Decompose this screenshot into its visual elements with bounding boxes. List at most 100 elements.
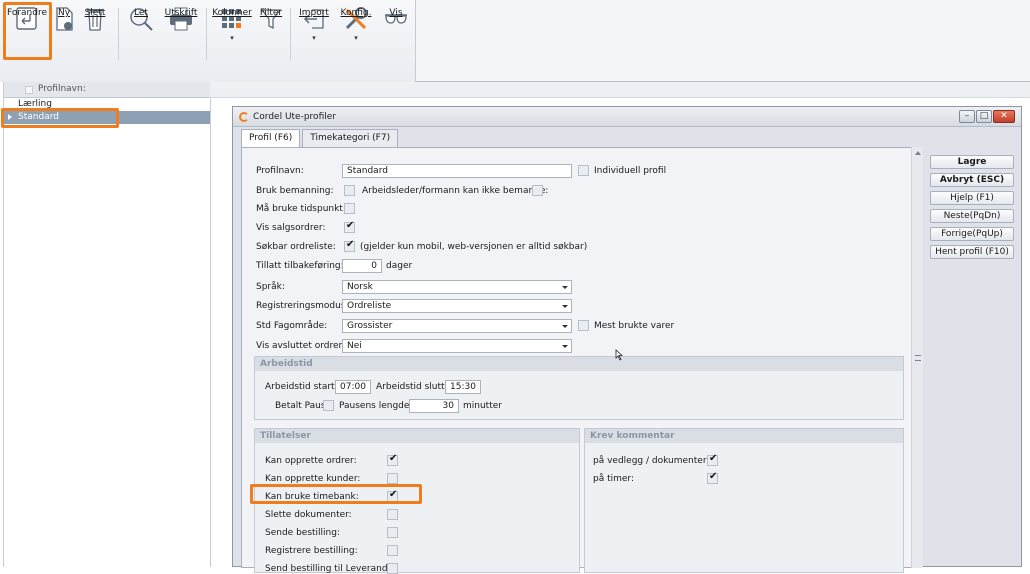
list-header-bar [210, 82, 1030, 98]
tillatelse-label: Sende bestilling: [265, 528, 340, 538]
utskrift-button[interactable]: Utskrift [160, 4, 202, 60]
list-column-header: Profilnavn: [38, 84, 86, 94]
krev-kommentar-header: Krev kommentar [585, 429, 903, 443]
arbeidsleder-label: Arbeidsleder/formann kan ikke bemanne: [362, 186, 549, 196]
vis-avsluttet-value: Nei [347, 341, 362, 351]
fagomrade-label: Std Fagområde: [256, 321, 328, 331]
kolonner-button[interactable]: Kolonner ▾ [212, 4, 252, 60]
regmodus-select[interactable]: Ordreliste [342, 299, 572, 313]
profilnavn-label: Profilnavn: [256, 166, 304, 176]
kan-opprette-ordrer-checkbox[interactable] [387, 453, 398, 466]
vis-avsluttet-select[interactable]: Nei [342, 339, 572, 353]
mouse-cursor-icon [615, 349, 624, 361]
avbryt-button[interactable]: Avbryt (ESC) [930, 173, 1014, 187]
arbeidstid-start-input[interactable]: 07:00 [335, 380, 371, 394]
chevron-down-icon [562, 286, 568, 289]
slette-dokumenter-checkbox[interactable] [387, 509, 398, 520]
header-checkbox[interactable] [25, 86, 33, 94]
betalt-pause-checkbox[interactable] [323, 400, 334, 411]
import-button[interactable]: Import ▾ [296, 4, 332, 60]
kan-opprette-kunder-checkbox[interactable] [387, 473, 398, 484]
tillatt-input[interactable]: 0 [342, 259, 382, 273]
sokbar-checkbox[interactable] [344, 239, 355, 252]
send-bestilling-leverandor-checkbox[interactable] [387, 563, 398, 574]
scroll-grip-icon[interactable] [915, 355, 921, 361]
list-header: Profilnavn: [4, 82, 210, 98]
let-button[interactable]: Let [126, 4, 156, 60]
minimize-icon[interactable]: – [959, 110, 975, 123]
bruk-bemanning-checkbox[interactable] [344, 185, 355, 196]
scroll-up-icon[interactable] [915, 151, 921, 155]
mest-brukte-checkbox[interactable] [578, 320, 589, 331]
krev-label: på vedlegg / dokumenter: [593, 456, 710, 466]
slett-button[interactable]: Slett [80, 4, 110, 60]
profil-panel: Profilnavn: Standard Individuell profil … [241, 147, 919, 574]
profilnavn-input[interactable]: Standard [342, 164, 572, 178]
ma-bruke-checkbox[interactable] [344, 203, 355, 214]
tillatelse-label: Registrere bestilling: [265, 546, 358, 556]
standard-highlight [1, 108, 119, 128]
sokbar-note: (gjelder kun mobil, web-versjonen er all… [360, 242, 588, 252]
vedlegg-checkbox[interactable] [707, 453, 718, 466]
arbeidstid-group: Arbeidstid Arbeidstid start: 07:00 Arbei… [254, 356, 904, 420]
chevron-down-icon [562, 305, 568, 308]
individuell-checkbox[interactable] [578, 165, 589, 176]
vis-label: Vis [389, 8, 403, 18]
fagomrade-select[interactable]: Grossister [342, 319, 572, 333]
cordel-logo-icon [239, 112, 249, 122]
chevron-down-icon [562, 325, 568, 328]
timebank-highlight [250, 484, 422, 504]
regmodus-label: Registreringsmodus: [256, 301, 349, 311]
list-divider [210, 98, 211, 567]
ma-bruke-label: Må bruke tidspunkt: [256, 204, 346, 214]
vertical-scrollbar[interactable] [911, 147, 923, 568]
vis-salgsordrer-checkbox[interactable] [344, 220, 355, 233]
close-icon[interactable]: ✕ [993, 110, 1015, 123]
arbeidstid-slutt-input[interactable]: 15:30 [445, 380, 481, 394]
dialog-title: Cordel Ute-profiler [253, 112, 336, 122]
vis-button[interactable]: Vis [382, 4, 410, 60]
arbeidsleder-checkbox[interactable] [532, 185, 543, 196]
kolonner-label: Kolonner [212, 8, 252, 18]
let-label: Let [134, 8, 148, 18]
list-border [3, 82, 4, 567]
mest-brukte-label: Mest brukte varer [594, 321, 675, 331]
chevron-down-icon [562, 345, 568, 348]
maximize-icon[interactable]: □ [976, 110, 992, 123]
pausens-lengde-unit: minutter [463, 401, 502, 411]
toolbar-separator [118, 8, 119, 60]
dialog-titlebar[interactable]: Cordel Ute-profiler – □ ✕ [233, 107, 1021, 127]
sprak-select[interactable]: Norsk [342, 280, 572, 294]
tillatelse-label: Kan opprette kunder: [265, 474, 361, 484]
pausens-lengde-label: Pausens lengde: [339, 401, 413, 411]
chevron-down-icon: ▾ [230, 34, 234, 42]
krev-label: på timer: [593, 474, 634, 484]
filter-label: Filter [259, 8, 283, 18]
fagomrade-value: Grossister [347, 321, 393, 331]
tab-profil[interactable]: Profil (F6) [241, 129, 301, 149]
timer-checkbox[interactable] [707, 471, 718, 484]
tab-timekategori[interactable]: Timekategori (F7) [302, 129, 399, 147]
hent-profil-button[interactable]: Hent profil (F10) [930, 245, 1014, 259]
lagre-button[interactable]: Lagre [930, 155, 1014, 169]
bruk-bemanning-label: Bruk bemanning: [256, 186, 334, 196]
sende-bestilling-checkbox[interactable] [387, 527, 398, 538]
sprak-label: Språk: [256, 282, 285, 292]
toolbar-separator [206, 8, 207, 60]
ny-button[interactable]: Ny [52, 4, 76, 60]
toolbar: Forandre Ny Slett Let Utskrift Kolonner … [0, 0, 1030, 82]
chevron-down-icon: ▾ [354, 34, 358, 42]
konfig-button[interactable]: Konfig. ▾ [338, 4, 374, 60]
forrige-button[interactable]: Forrige(PqUp) [930, 227, 1014, 241]
sokbar-label: Søkbar ordreliste: [256, 242, 336, 252]
tillatt-label: Tillatt tilbakeføring: [256, 261, 344, 271]
neste-button[interactable]: Neste(PqDn) [930, 209, 1014, 223]
registrere-bestilling-checkbox[interactable] [387, 545, 398, 556]
arbeidstid-start-label: Arbeidstid start: [265, 382, 338, 392]
import-label: Import [299, 8, 329, 18]
tillatelse-label: Slette dokumenter: [265, 510, 352, 520]
hjelp-button[interactable]: Hjelp (F1) [930, 191, 1014, 205]
filter-button[interactable]: Filter [256, 4, 286, 60]
arbeidstid-slutt-label: Arbeidstid slutt: [376, 382, 448, 392]
pausens-lengde-input[interactable]: 30 [409, 399, 459, 413]
